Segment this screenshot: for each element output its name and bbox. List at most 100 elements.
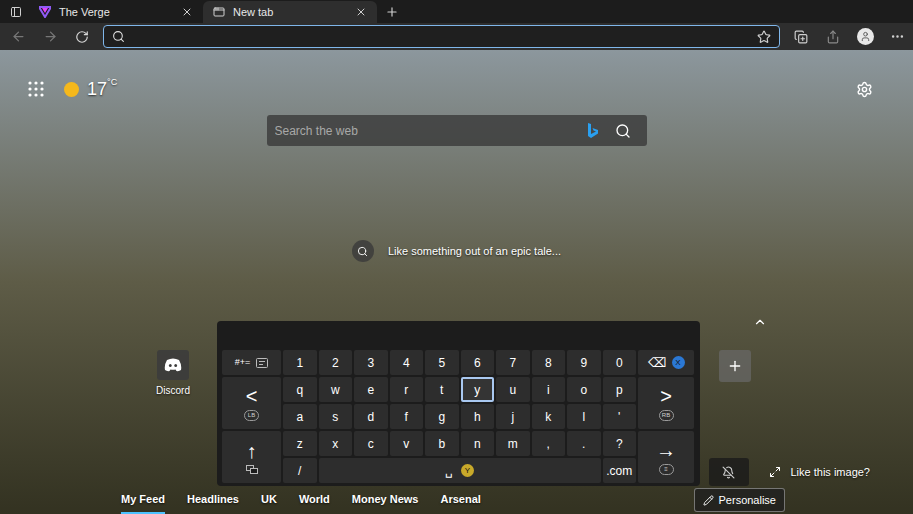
key-label: x: [332, 435, 338, 453]
keyboard-key[interactable]: v: [390, 431, 424, 456]
keyboard-key[interactable]: ↑: [222, 431, 281, 483]
keyboard-key[interactable]: u: [496, 377, 530, 402]
feed-tab[interactable]: Arsenal: [440, 486, 480, 514]
keyboard-key[interactable]: n: [461, 431, 495, 456]
new-tab-button[interactable]: [379, 1, 405, 23]
keyboard-key[interactable]: y: [461, 377, 495, 402]
keyboard-key[interactable]: >RB: [638, 377, 694, 429]
keyboard-key[interactable]: l: [567, 404, 601, 429]
feed-tab[interactable]: My Feed: [121, 486, 165, 514]
keyboard-key[interactable]: b: [425, 431, 459, 456]
bing-logo-icon[interactable]: [587, 123, 599, 139]
keyboard-key[interactable]: w: [319, 377, 353, 402]
add-shortcut-button[interactable]: [719, 350, 751, 382]
key-label: ': [618, 408, 620, 426]
keyboard-key[interactable]: p: [603, 377, 637, 402]
favorite-star-icon[interactable]: [757, 30, 771, 44]
keyboard-key[interactable]: 5: [425, 350, 459, 375]
keyboard-key[interactable]: 6: [461, 350, 495, 375]
keyboard-key[interactable]: .com: [603, 458, 637, 483]
temperature: 17: [87, 76, 107, 103]
key-label: j: [511, 408, 514, 426]
collections-button[interactable]: [785, 23, 817, 50]
keyboard-key[interactable]: #+=: [222, 350, 281, 375]
keyboard-key[interactable]: z: [283, 431, 317, 456]
search-box[interactable]: [267, 115, 647, 146]
close-tab-icon[interactable]: [355, 6, 367, 18]
collapse-button[interactable]: [752, 314, 768, 330]
feed-tab[interactable]: Money News: [352, 486, 419, 514]
apps-grid-icon[interactable]: [28, 81, 44, 97]
key-label: o: [580, 381, 587, 399]
weather[interactable]: 17°C: [64, 76, 117, 103]
like-image-link[interactable]: Like this image?: [791, 464, 871, 481]
keyboard-key[interactable]: 9: [567, 350, 601, 375]
keyboard-key[interactable]: 8: [532, 350, 566, 375]
keyboard-key[interactable]: r: [390, 377, 424, 402]
keyboard-key[interactable]: a: [283, 404, 317, 429]
keyboard-key[interactable]: m: [496, 431, 530, 456]
feed-tab[interactable]: UK: [261, 486, 277, 514]
keyboard-key[interactable]: e: [354, 377, 388, 402]
search-icon[interactable]: [615, 123, 631, 139]
more-icon: [890, 29, 905, 44]
key-label: d: [367, 408, 374, 426]
browser-tab[interactable]: New tab: [203, 1, 377, 23]
expand-icon[interactable]: [769, 466, 781, 478]
profile-button[interactable]: [849, 23, 881, 50]
keyboard-key[interactable]: 3: [354, 350, 388, 375]
keyboard-key[interactable]: g: [425, 404, 459, 429]
keyboard-key[interactable]: 0: [603, 350, 637, 375]
keyboard-key[interactable]: x: [319, 431, 353, 456]
keyboard-key[interactable]: 1: [283, 350, 317, 375]
key-label: b: [438, 435, 445, 453]
keyboard-key[interactable]: ␣Y: [319, 458, 601, 483]
keyboard-key[interactable]: 4: [390, 350, 424, 375]
keyboard-key[interactable]: j: [496, 404, 530, 429]
refresh-icon: [75, 30, 89, 44]
keyboard-key[interactable]: s: [319, 404, 353, 429]
personalise-button[interactable]: Personalise: [694, 488, 785, 512]
key-label: 5: [438, 354, 445, 372]
keyboard-key[interactable]: .: [567, 431, 601, 456]
keyboard-key[interactable]: k: [532, 404, 566, 429]
address-bar[interactable]: [103, 25, 780, 48]
refresh-button[interactable]: [66, 23, 98, 50]
search-input[interactable]: [275, 122, 587, 140]
browser-tab[interactable]: The Verge: [29, 1, 203, 23]
sun-icon: [64, 82, 79, 97]
feed-tab[interactable]: Headlines: [187, 486, 239, 514]
notifications-off-button[interactable]: [709, 458, 749, 486]
keyboard-key[interactable]: t: [425, 377, 459, 402]
keyboard-key[interactable]: 7: [496, 350, 530, 375]
on-screen-keyboard: #+= 1234567890⌫X <LBqwertyuiop>RB asdfghjkl…: [217, 321, 700, 486]
share-button[interactable]: [817, 23, 849, 50]
keyboard-key[interactable]: /: [283, 458, 317, 483]
keyboard-key[interactable]: ,: [532, 431, 566, 456]
key-label: 8: [545, 354, 552, 372]
keyboard-key[interactable]: <LB: [222, 377, 281, 429]
close-tab-icon[interactable]: [181, 6, 193, 18]
shortcut-tile[interactable]: Discord: [151, 350, 195, 398]
keyboard-key[interactable]: f: [390, 404, 424, 429]
tab-actions-button[interactable]: [3, 0, 29, 23]
new-tab-icon: [213, 6, 225, 18]
key-label: #+=: [235, 356, 251, 370]
keyboard-key[interactable]: d: [354, 404, 388, 429]
image-caption[interactable]: Like something out of an epic tale...: [0, 240, 913, 262]
keyboard-key[interactable]: i: [532, 377, 566, 402]
back-button[interactable]: [2, 23, 34, 50]
keyboard-key[interactable]: c: [354, 431, 388, 456]
forward-button[interactable]: [34, 23, 66, 50]
keyboard-key[interactable]: 2: [319, 350, 353, 375]
feed-tab[interactable]: World: [299, 486, 330, 514]
keyboard-key[interactable]: o: [567, 377, 601, 402]
keyboard-key[interactable]: ?: [603, 431, 637, 456]
keyboard-key[interactable]: h: [461, 404, 495, 429]
more-button[interactable]: [881, 23, 913, 50]
keyboard-key[interactable]: ': [603, 404, 637, 429]
keyboard-key[interactable]: →≡: [638, 431, 694, 483]
settings-gear-icon[interactable]: [856, 81, 873, 98]
keyboard-key[interactable]: q: [283, 377, 317, 402]
keyboard-key[interactable]: ⌫X: [638, 350, 694, 375]
